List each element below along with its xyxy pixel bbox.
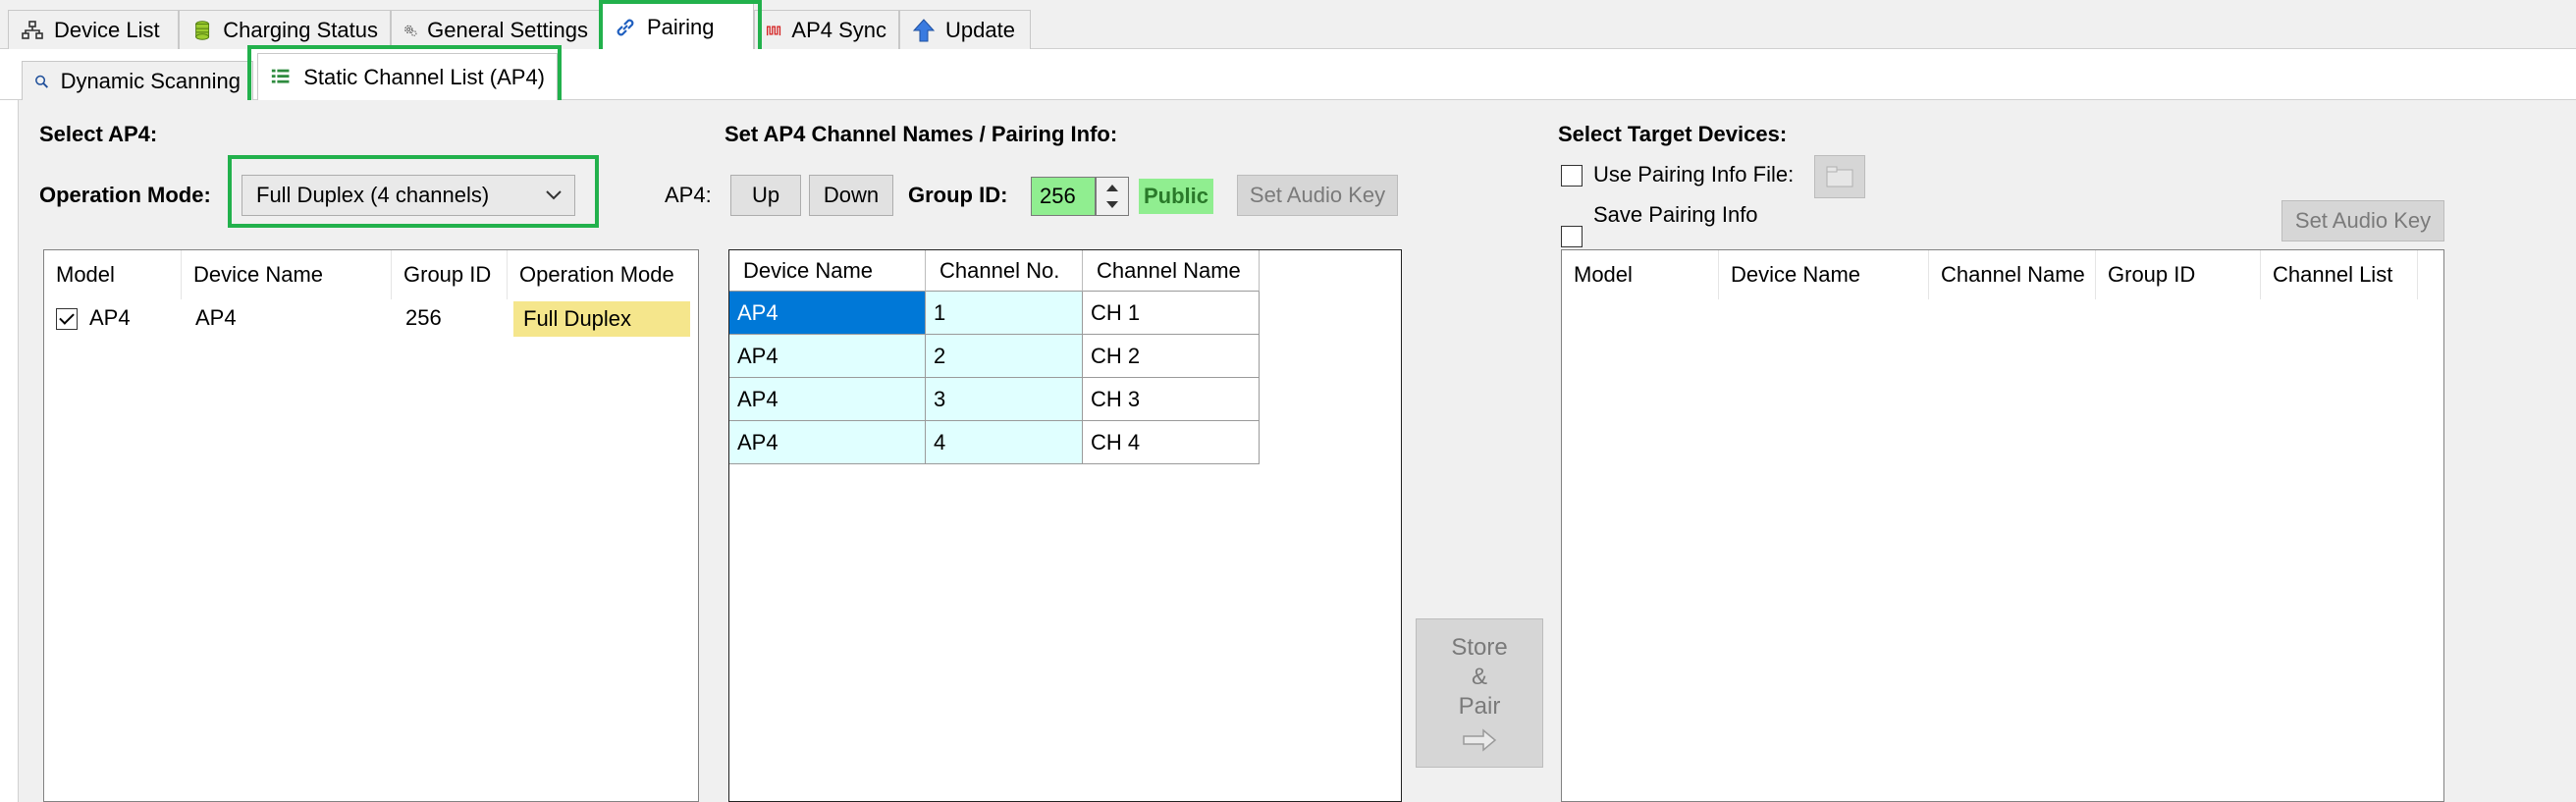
use-pairing-file-label: Use Pairing Info File: xyxy=(1593,162,1795,187)
column-header-device-name[interactable]: Device Name xyxy=(1719,250,1929,299)
down-button[interactable]: Down xyxy=(809,175,893,216)
up-button[interactable]: Up xyxy=(730,175,801,216)
table-row[interactable]: AP4 AP4 256 Full Duplex xyxy=(44,301,700,337)
battery-stack-icon xyxy=(195,20,210,40)
column-header-operation-mode[interactable]: Operation Mode xyxy=(508,250,700,299)
channel-names-grid: Device Name Channel No. Channel Name AP4… xyxy=(728,249,1402,802)
tab-label: Update xyxy=(945,17,1015,42)
column-header-group-id[interactable]: Group ID xyxy=(392,250,508,299)
group-id-input[interactable]: 256 xyxy=(1031,177,1096,216)
store-pair-line3: Pair xyxy=(1458,693,1501,720)
tab-ap4-sync[interactable]: AP4 Sync xyxy=(754,10,899,49)
tab-label: Charging Status xyxy=(223,17,378,42)
channel-row-2-device[interactable]: AP4 xyxy=(729,335,926,378)
tab-label: Device List xyxy=(54,17,160,42)
main-tab-strip: Device List Charging Status General Sett… xyxy=(0,0,2576,51)
column-header-channel-list[interactable]: Channel List xyxy=(2261,250,2418,299)
channel-row-1-device[interactable]: AP4 xyxy=(729,292,926,335)
ap4-device-table: Model Device Name Group ID Operation Mod… xyxy=(43,249,699,802)
column-header-model[interactable]: Model xyxy=(44,250,182,299)
store-and-pair-button[interactable]: Store & Pair xyxy=(1416,618,1543,768)
channel-row-4-number[interactable]: 4 xyxy=(926,421,1083,464)
row-operation-mode: Full Duplex xyxy=(513,301,690,337)
tab-label: Dynamic Scanning xyxy=(60,68,241,93)
channel-row-2-number[interactable]: 2 xyxy=(926,335,1083,378)
group-id-label: Group ID: xyxy=(908,183,1008,207)
column-header-device-name[interactable]: Device Name xyxy=(729,250,926,292)
channel-row-1-number[interactable]: 1 xyxy=(926,292,1083,335)
right-arrow-icon xyxy=(1463,728,1497,752)
row-group-id: 256 xyxy=(405,305,442,330)
ap4-label: AP4: xyxy=(665,183,712,207)
tab-dynamic-scanning[interactable]: Dynamic Scanning xyxy=(22,61,253,100)
tab-device-list[interactable]: Device List xyxy=(8,10,179,49)
gears-icon xyxy=(404,25,417,36)
column-header-model[interactable]: Model xyxy=(1562,250,1719,299)
target-set-audio-key-button[interactable]: Set Audio Key xyxy=(2281,200,2444,241)
channel-row-4-device[interactable]: AP4 xyxy=(729,421,926,464)
store-pair-line1: Store xyxy=(1451,634,1508,661)
use-pairing-file-checkbox[interactable] xyxy=(1561,165,1583,187)
row-checkbox[interactable] xyxy=(56,308,78,330)
device-tree-icon xyxy=(22,20,43,39)
highlight-static-channel-tab xyxy=(247,45,562,104)
group-id-spinner[interactable] xyxy=(1096,177,1129,216)
save-pairing-info-label: Save Pairing Info xyxy=(1593,202,1758,227)
browse-pairing-file-button[interactable] xyxy=(1814,155,1865,198)
store-pair-line2: & xyxy=(1471,664,1487,690)
select-target-devices-heading: Select Target Devices: xyxy=(1558,122,1788,146)
magnifier-icon xyxy=(35,75,48,88)
channel-row-1-name[interactable]: CH 1 xyxy=(1083,292,1260,335)
public-badge: Public xyxy=(1139,179,1213,214)
column-header-channel-name[interactable]: Channel Name xyxy=(1083,250,1260,292)
target-devices-table: Model Device Name Channel Name Group ID … xyxy=(1561,249,2444,802)
set-channel-names-heading: Set AP4 Channel Names / Pairing Info: xyxy=(724,122,1118,146)
save-pairing-info-checkbox[interactable] xyxy=(1561,226,1583,247)
tab-charging-status[interactable]: Charging Status xyxy=(179,10,391,49)
tab-general-settings[interactable]: General Settings xyxy=(391,10,601,49)
operation-mode-label: Operation Mode: xyxy=(39,183,211,207)
folder-icon xyxy=(1826,166,1853,187)
row-model: AP4 xyxy=(89,305,131,330)
column-header-group-id[interactable]: Group ID xyxy=(2096,250,2261,299)
channel-row-3-number[interactable]: 3 xyxy=(926,378,1083,421)
tab-label: General Settings xyxy=(427,17,588,42)
select-ap4-heading: Select AP4: xyxy=(39,122,158,146)
set-audio-key-button[interactable]: Set Audio Key xyxy=(1237,175,1398,216)
tab-update[interactable]: Update xyxy=(899,10,1031,49)
column-header-device-name[interactable]: Device Name xyxy=(182,250,392,299)
sync-pulse-icon xyxy=(767,26,781,35)
spinner-down-icon[interactable] xyxy=(1105,200,1119,210)
channel-row-3-name[interactable]: CH 3 xyxy=(1083,378,1260,421)
channel-row-4-name[interactable]: CH 4 xyxy=(1083,421,1260,464)
up-arrow-icon xyxy=(912,18,936,41)
channel-row-2-name[interactable]: CH 2 xyxy=(1083,335,1260,378)
tab-label: AP4 Sync xyxy=(791,17,886,42)
spinner-up-icon[interactable] xyxy=(1105,183,1119,192)
column-header-channel-no[interactable]: Channel No. xyxy=(926,250,1083,292)
row-device-name: AP4 xyxy=(195,305,237,330)
column-header-channel-name[interactable]: Channel Name xyxy=(1929,250,2096,299)
highlight-operation-mode xyxy=(228,155,599,228)
channel-row-3-device[interactable]: AP4 xyxy=(729,378,926,421)
